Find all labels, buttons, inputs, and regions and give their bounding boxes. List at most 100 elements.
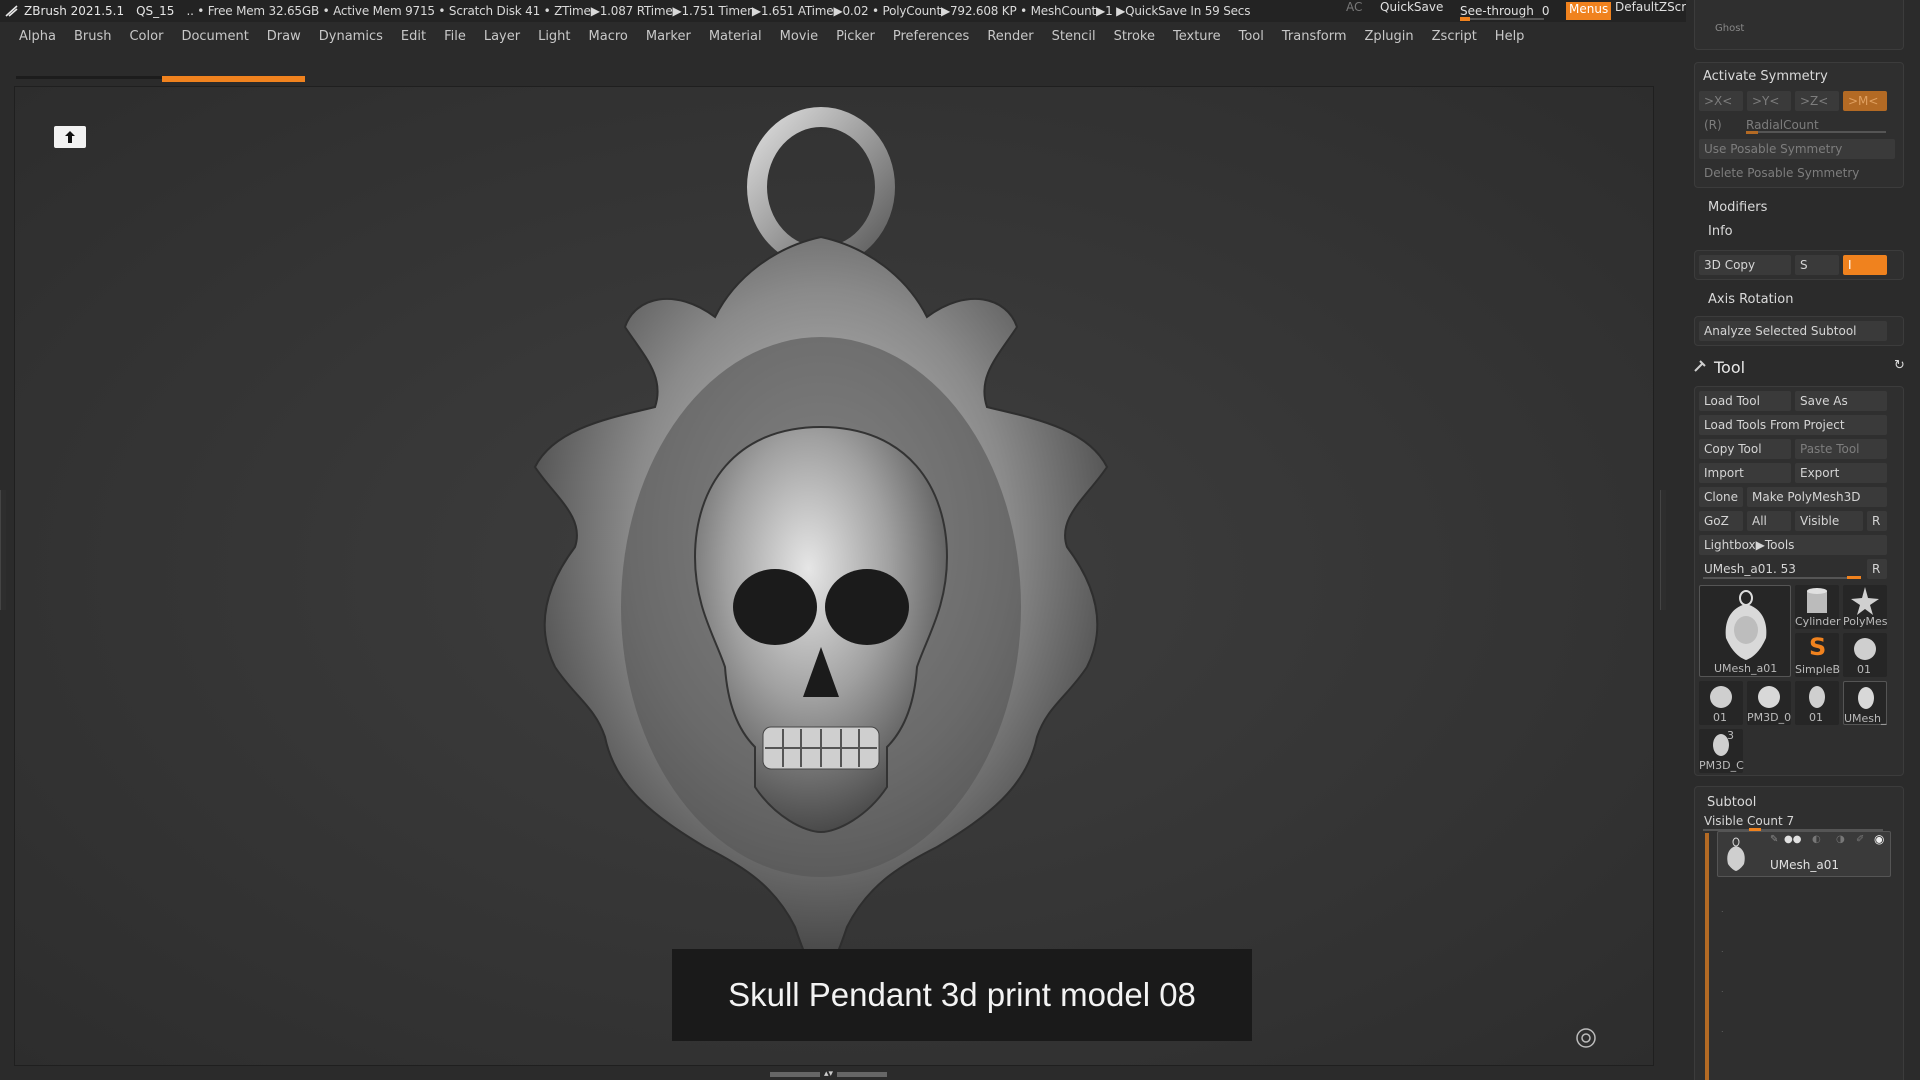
menu-light[interactable]: Light (529, 29, 579, 44)
paste-tool-button[interactable]: Paste Tool (1795, 439, 1887, 459)
tool-thumb-simplebrush[interactable]: S SimpleB (1795, 633, 1840, 677)
load-tool-button[interactable]: Load Tool (1699, 391, 1791, 411)
tool-thumb-polymesh[interactable]: PolyMes (1843, 585, 1888, 629)
ac-label[interactable]: AC (1346, 0, 1362, 22)
radial-r-button[interactable]: (R) (1699, 115, 1737, 135)
activate-symmetry-toggle[interactable]: Activate Symmetry (1703, 69, 1828, 84)
document-canvas[interactable]: Skull Pendant 3d print model 08 (14, 86, 1654, 1066)
menu-picker[interactable]: Picker (827, 29, 884, 44)
use-posable-symmetry-button[interactable]: Use Posable Symmetry (1699, 139, 1895, 159)
subtool-edit-icon[interactable]: ✐ (1856, 834, 1864, 845)
see-through-slider[interactable]: See-through 0 (1460, 0, 1550, 22)
lightbox-tools-button[interactable]: Lightbox▶Tools (1699, 535, 1887, 555)
symmetry-y-button[interactable]: >Y< (1747, 91, 1791, 111)
current-tool-r-button[interactable]: R (1867, 559, 1887, 579)
menu-tool[interactable]: Tool (1230, 29, 1273, 44)
right-tray-handle[interactable] (1660, 490, 1666, 610)
pendant-thumb-icon (1854, 638, 1876, 660)
ghost-label[interactable]: Ghost (1715, 23, 1744, 34)
subtool-dynamesh-icon[interactable]: ◑ (1836, 834, 1845, 845)
menu-preferences[interactable]: Preferences (884, 29, 978, 44)
make-polymesh3d-button[interactable]: Make PolyMesh3D (1747, 487, 1887, 507)
left-tray-handle[interactable] (0, 490, 6, 610)
modifiers-label[interactable]: Modifiers (1708, 200, 1767, 215)
menu-help[interactable]: Help (1486, 29, 1534, 44)
skull-pendant-model[interactable] (15, 87, 1654, 1066)
copy3d-button[interactable]: 3D Copy (1699, 255, 1791, 275)
eye-icon[interactable]: ◉ (1874, 832, 1884, 846)
radial-count-slider[interactable]: RadialCount (1741, 115, 1891, 135)
subtool-list-scrollbar[interactable] (1705, 833, 1709, 1080)
bottom-tray-handle[interactable]: ▴▾ (770, 1069, 900, 1079)
menu-file[interactable]: File (435, 29, 475, 44)
refresh-icon[interactable]: ↻ (1894, 358, 1905, 373)
menus-toggle[interactable]: Menus (1566, 2, 1612, 20)
tool-thumb-umesh[interactable]: UMesh_a01 (1699, 585, 1791, 677)
tool-thumb-01-a[interactable]: 01 (1843, 633, 1887, 677)
subtool-visibility-toggle-icon[interactable]: ●● (1784, 834, 1801, 845)
hammer-icon (1694, 360, 1706, 372)
copy3d-i-button[interactable]: I (1843, 255, 1887, 275)
subtool-title[interactable]: Subtool (1707, 795, 1756, 810)
menu-transform[interactable]: Transform (1273, 29, 1356, 44)
goz-r-button[interactable]: R (1867, 511, 1887, 531)
symmetry-x-button[interactable]: >X< (1699, 91, 1743, 111)
menu-render[interactable]: Render (978, 29, 1042, 44)
copy-tool-button[interactable]: Copy Tool (1699, 439, 1791, 459)
tool-thumb-01-c[interactable]: 01 (1795, 681, 1839, 725)
pendant-thumb-icon (1858, 687, 1874, 709)
menu-stencil[interactable]: Stencil (1043, 29, 1105, 44)
menu-macro[interactable]: Macro (580, 29, 637, 44)
subtool-item[interactable]: ✎ ●● ◐ ◑ ✐ ◉ UMesh_a01 (1717, 831, 1891, 877)
tool-thumb-umesh-b-label: UMesh_ (1844, 712, 1887, 725)
menu-movie[interactable]: Movie (771, 29, 827, 44)
tool-thumb-pm3d-b[interactable]: 3 PM3D_C (1699, 729, 1744, 773)
menu-dynamics[interactable]: Dynamics (310, 29, 392, 44)
menu-marker[interactable]: Marker (637, 29, 700, 44)
copy3d-s-button[interactable]: S (1795, 255, 1839, 275)
project-name[interactable]: QS_15 (136, 4, 174, 18)
goz-visible-button[interactable]: Visible (1795, 511, 1863, 531)
tool-thumb-cylinder[interactable]: Cylinder (1795, 585, 1841, 629)
visible-count-slider[interactable]: Visible Count 7 (1699, 811, 1887, 831)
menu-stroke[interactable]: Stroke (1105, 29, 1164, 44)
menu-texture[interactable]: Texture (1164, 29, 1230, 44)
delete-posable-symmetry-button[interactable]: Delete Posable Symmetry (1699, 163, 1895, 183)
subtool-brush-icon[interactable]: ✎ (1770, 834, 1778, 845)
tool-thumb-pm3d-b-label: PM3D_C (1699, 759, 1744, 772)
current-tool-slider[interactable]: UMesh_a01. 53 (1699, 559, 1863, 579)
tool-thumb-umesh-b[interactable]: UMesh_ (1843, 681, 1887, 725)
quicksave-button[interactable]: QuickSave (1380, 0, 1443, 22)
menu-layer[interactable]: Layer (475, 29, 529, 44)
menu-material[interactable]: Material (700, 29, 771, 44)
goz-button[interactable]: GoZ (1699, 511, 1743, 531)
axis-rotation-label[interactable]: Axis Rotation (1708, 292, 1793, 307)
pendant-thumb-icon (1710, 686, 1732, 708)
menu-color[interactable]: Color (120, 29, 172, 44)
menu-draw[interactable]: Draw (258, 29, 310, 44)
current-tool-slider-knob (1847, 576, 1861, 579)
tool-palette-title[interactable]: Tool (1714, 358, 1745, 377)
symmetry-m-button[interactable]: >M< (1843, 91, 1887, 111)
analyze-selected-subtool-button[interactable]: Analyze Selected Subtool (1699, 321, 1887, 341)
menu-edit[interactable]: Edit (392, 29, 435, 44)
bottom-handle-bar-right (837, 1071, 888, 1077)
menu-zscript[interactable]: Zscript (1423, 29, 1486, 44)
tool-thumb-01-b[interactable]: 01 (1699, 681, 1743, 725)
export-button[interactable]: Export (1795, 463, 1887, 483)
load-tools-from-project-button[interactable]: Load Tools From Project (1699, 415, 1887, 435)
ghost-panel: Ghost (1694, 0, 1904, 50)
target-icon[interactable] (1575, 1027, 1597, 1049)
import-button[interactable]: Import (1699, 463, 1791, 483)
menu-brush[interactable]: Brush (65, 29, 121, 44)
menu-zplugin[interactable]: Zplugin (1356, 29, 1423, 44)
menu-document[interactable]: Document (172, 29, 257, 44)
clone-button[interactable]: Clone (1699, 487, 1743, 507)
menu-alpha[interactable]: Alpha (10, 29, 65, 44)
tool-thumb-pm3d-a[interactable]: PM3D_0 (1747, 681, 1791, 725)
save-as-button[interactable]: Save As (1795, 391, 1887, 411)
symmetry-z-button[interactable]: >Z< (1795, 91, 1839, 111)
subtool-polypaint-icon[interactable]: ◐ (1812, 834, 1821, 845)
goz-all-button[interactable]: All (1747, 511, 1791, 531)
info-label[interactable]: Info (1708, 224, 1733, 239)
